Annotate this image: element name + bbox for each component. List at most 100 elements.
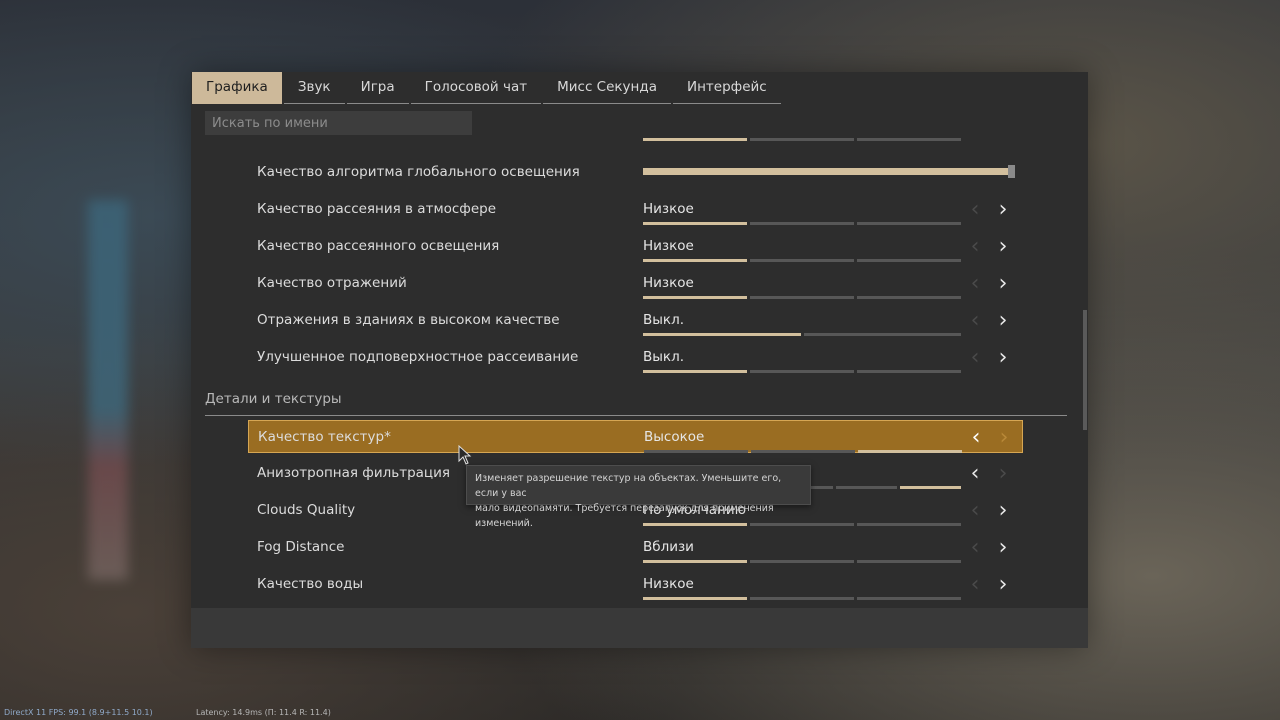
level-segment [643, 138, 747, 141]
arrow-left-icon[interactable]: ‹ [965, 193, 985, 226]
background-blur [88, 200, 128, 580]
arrow-right-icon[interactable]: › [993, 230, 1013, 263]
settings-row[interactable]: Качество алгоритма глобального освещения [248, 156, 1023, 189]
arrow-right-icon[interactable]: › [994, 421, 1014, 454]
level-segment [835, 486, 897, 489]
arrow-left-icon[interactable]: ‹ [965, 267, 985, 300]
tab-interface[interactable]: Интерфейс [672, 72, 781, 104]
tooltip-line: Изменяет разрешение текстур на объектах.… [475, 473, 782, 499]
level-segment [857, 296, 961, 299]
arrow-right-icon[interactable]: › [993, 494, 1013, 527]
level-segment [643, 259, 747, 262]
tab-sound[interactable]: Звук [283, 72, 345, 104]
level-bar [643, 597, 961, 600]
settings-row[interactable]: Fog Distance Вблизи ‹ › [248, 531, 1023, 564]
settings-row[interactable]: Качество рассеяния в атмосфере Низкое ‹ … [248, 193, 1023, 226]
setting-label: Fog Distance [257, 539, 345, 555]
level-bar [643, 370, 961, 373]
setting-label: Качество воды [257, 576, 364, 592]
level-segment [857, 370, 961, 373]
level-bar [643, 259, 961, 262]
level-segment [643, 222, 747, 225]
setting-label: Отражения в зданиях в высоком качестве [257, 312, 560, 328]
panel-footer [191, 608, 1088, 648]
level-bar [644, 450, 962, 453]
tooltip: Изменяет разрешение текстур на объектах.… [466, 465, 811, 529]
level-segment [899, 486, 961, 489]
settings-row-partial: › [248, 138, 1023, 142]
fps-readout: DirectX 11 FPS: 99.1 (8.9+11.5 10.1) [4, 708, 153, 717]
arrow-right-icon[interactable]: › [993, 267, 1013, 300]
arrow-right-icon[interactable]: › [993, 193, 1013, 226]
setting-label: Анизотропная фильтрация [257, 465, 450, 481]
arrow-right-icon[interactable]: › [993, 138, 1013, 142]
level-segment [857, 523, 961, 526]
scrollbar-thumb[interactable] [1083, 310, 1087, 430]
level-segment [857, 597, 961, 600]
slider-track[interactable] [643, 168, 1008, 175]
setting-label: Качество рассеяния в атмосфере [257, 201, 497, 217]
level-segment [750, 296, 854, 299]
level-segment [858, 450, 962, 453]
level-segment [857, 259, 961, 262]
level-segment [750, 222, 854, 225]
setting-label: Качество отражений [257, 275, 407, 291]
settings-row[interactable]: Отражения в зданиях в высоком качестве В… [248, 304, 1023, 337]
settings-row[interactable]: Улучшенное подповерхностное рассеивание … [248, 341, 1023, 374]
level-bar [643, 138, 961, 141]
section-title: Детали и текстуры [205, 391, 342, 407]
setting-label: Качество алгоритма глобального освещения [257, 164, 580, 180]
arrow-left-icon[interactable]: ‹ [965, 457, 985, 490]
settings-panel: Графика Звук Игра Голосовой чат Мисс Сек… [191, 72, 1088, 648]
level-bar [643, 560, 961, 563]
arrow-left-icon[interactable]: ‹ [965, 341, 985, 374]
level-segment [643, 597, 747, 600]
setting-label: Улучшенное подповерхностное рассеивание [257, 349, 579, 365]
slider-handle[interactable] [1008, 165, 1015, 178]
level-segment [750, 259, 854, 262]
settings-list: › Качество алгоритма глобального освещен… [191, 138, 1076, 608]
level-segment [750, 597, 854, 600]
arrow-left-icon[interactable]: ‹ [966, 421, 986, 454]
arrow-left-icon[interactable]: ‹ [965, 230, 985, 263]
level-segment [643, 296, 747, 299]
settings-row[interactable]: Качество отражений Низкое ‹ › [248, 267, 1023, 300]
latency-readout: Latency: 14.9ms (П: 11.4 R: 11.4) [196, 708, 331, 717]
level-segment [857, 138, 961, 141]
settings-row[interactable]: Качество рассеянного освещения Низкое ‹ … [248, 230, 1023, 263]
arrow-right-icon[interactable]: › [993, 568, 1013, 601]
tab-miss-second[interactable]: Мисс Секунда [543, 72, 671, 104]
tab-game[interactable]: Игра [346, 72, 409, 104]
arrow-left-icon[interactable]: ‹ [965, 531, 985, 564]
setting-label: Clouds Quality [257, 502, 356, 518]
settings-row[interactable]: Качество воды Низкое ‹ › [248, 568, 1023, 601]
level-segment [750, 138, 854, 141]
level-segment [750, 370, 854, 373]
setting-label: Качество рассеянного освещения [257, 238, 500, 254]
level-segment [751, 450, 855, 453]
arrow-right-icon[interactable]: › [993, 457, 1013, 490]
level-segment [644, 450, 748, 453]
level-bar [643, 222, 961, 225]
tab-bar: Графика Звук Игра Голосовой чат Мисс Сек… [192, 72, 783, 104]
tab-voice-chat[interactable]: Голосовой чат [410, 72, 542, 104]
arrow-left-icon[interactable]: ‹ [965, 304, 985, 337]
mouse-cursor-icon [458, 445, 472, 465]
search-input[interactable] [205, 111, 472, 135]
setting-label: Качество текстур* [258, 429, 391, 445]
tooltip-line: мало видеопамяти. Требуется перезапуск д… [475, 503, 774, 529]
level-bar [643, 296, 961, 299]
level-bar [643, 333, 961, 336]
level-segment [643, 333, 801, 336]
level-segment [643, 370, 747, 373]
arrow-right-icon[interactable]: › [993, 531, 1013, 564]
arrow-right-icon[interactable]: › [993, 341, 1013, 374]
tab-graphics[interactable]: Графика [192, 72, 282, 104]
arrow-left-icon[interactable]: ‹ [965, 494, 985, 527]
arrow-right-icon[interactable]: › [993, 304, 1013, 337]
arrow-left-icon[interactable]: ‹ [965, 568, 985, 601]
section-divider [205, 415, 1067, 416]
settings-row-selected[interactable]: Качество текстур* Высокое ‹ › [248, 420, 1023, 453]
level-segment [857, 222, 961, 225]
level-segment [750, 560, 854, 563]
